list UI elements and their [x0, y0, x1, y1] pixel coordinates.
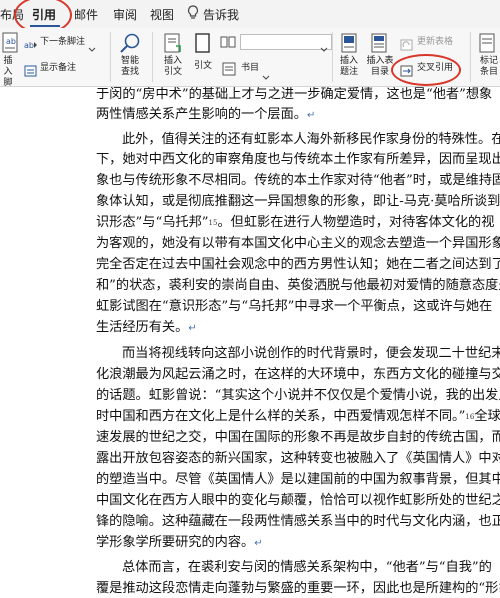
- document-line: 时中国和西方在文化上是什么样的关系，中西爱情观怎样不同。”16全球化: [96, 409, 500, 424]
- ribbon-separator: [110, 32, 111, 82]
- tab-mailings[interactable]: 邮件: [74, 6, 98, 23]
- style-dropdown-icon[interactable]: [220, 34, 238, 53]
- lightbulb-icon: [187, 5, 199, 25]
- document-line: 总体而言，在裘利安与闵的情感关系架构中，“他者”与“自我”的: [122, 560, 492, 575]
- document-line: 露出开放包容姿态的新兴国家，这种转变也被融入了《英国情人》中对于: [96, 451, 500, 466]
- footnote-reference: 16: [465, 413, 475, 421]
- document-line: 覆是推动这段恋情走向蓬勃与繁盛的重要一环，因此也是所建构的“形象: [96, 581, 500, 596]
- document-line: 学形象学所要研究的内容。↵: [96, 535, 263, 550]
- document-line: 速发展的世纪之交，中国在国际的形象不再是故步自封的传统古国，而是: [96, 430, 500, 445]
- citation-label[interactable]: 引文: [194, 61, 212, 72]
- update-table-button[interactable]: 更新表格: [417, 37, 453, 48]
- tab-tell-me[interactable]: 告诉我: [203, 6, 239, 23]
- ribbon-separator: [332, 32, 333, 82]
- document-line: 完全否定在过去中国社会观念中的西方男性认知；她在二者之间达到了一: [96, 257, 500, 272]
- tab-view[interactable]: 视图: [150, 6, 174, 23]
- document-line: 识形态”与“乌托邦”15。但虹影在进行人物塑造时，对待客体文化的视: [96, 215, 495, 230]
- ribbon-separator: [152, 32, 153, 82]
- document-line: 生活经历有关。↵: [96, 320, 197, 335]
- document-line: 于闵的“房中术”的基础上才与之进一步确定爱情，这也是“他者”想象: [96, 87, 493, 102]
- next-footnote-button[interactable]: 下一条脚注: [40, 37, 85, 48]
- document-line: 两性情感关系产生影响的一个层面。↵: [96, 107, 316, 122]
- insert-caption-label[interactable]: 插入 题注: [338, 56, 360, 78]
- document-line: 的话题。虹影曾说：“其实这个小说并不仅仅是个爱情小说，我的出发点: [96, 388, 500, 403]
- document-page[interactable]: 于闵的“房中术”的基础上才与之进一步确定爱情，这也是“他者”想象 两性情感关系产…: [0, 87, 500, 598]
- table-of-figures-icon[interactable]: [370, 32, 390, 58]
- chevron-down-icon[interactable]: [88, 38, 96, 57]
- paragraph-mark: ↵: [188, 323, 197, 334]
- insert-footnote-icon[interactable]: ab: [2, 32, 20, 58]
- document-line: 下，她对中西文化的审察角度也与传统本土作家有所差异，因而呈现出的: [96, 152, 500, 167]
- svg-text:ab: ab: [24, 41, 34, 50]
- document-line: 为客观的，她没有以带有本国文化中心主义的观念去塑造一个异国形象，: [96, 236, 500, 251]
- insert-citation-icon[interactable]: [162, 32, 184, 58]
- citation-book-icon[interactable]: [194, 32, 212, 58]
- annotation-circle-cross-reference: [391, 54, 461, 86]
- citation-style-select[interactable]: [240, 34, 332, 50]
- document-line: 和”的状态，裘利安的崇尚自由、英俊洒脱与他最初对爱情的随意态度是并: [96, 278, 500, 293]
- document-line: 中国文化在西方人眼中的变化与颠覆，恰恰可以视作虹影所处的世纪之交: [96, 493, 500, 508]
- document-line: 化浪潮最为风起云涌之时，在这样的大环境中，东西方文化的碰撞与交流: [96, 367, 500, 382]
- insert-table-of-figures-label[interactable]: 插入表 目录: [366, 56, 394, 78]
- ribbon-separator: [470, 32, 471, 82]
- show-notes-button[interactable]: 显示备注: [40, 63, 76, 74]
- bibliography-icon[interactable]: [222, 61, 238, 80]
- bibliography-button[interactable]: 书目: [241, 63, 259, 74]
- paragraph-mark: ↵: [307, 110, 316, 121]
- document-line: 锋的隐喻。这种蕴藏在一段两性情感关系当中的时代与文化内涵，也正是: [96, 514, 500, 529]
- next-footnote-icon[interactable]: ab: [24, 36, 38, 55]
- ribbon-tab-bar: 布局 引用 邮件 审阅 视图 告诉我: [0, 0, 500, 34]
- document-line: 象体认知，或是彻底推翻这一异国想象的形象，即让-马克·莫哈所谈到: [96, 194, 500, 209]
- update-table-icon[interactable]: [400, 36, 414, 55]
- chevron-down-icon[interactable]: [262, 66, 270, 85]
- smart-lookup-label[interactable]: 智能 查找: [119, 56, 141, 78]
- document-line: 而当将视线转向这部小说创作的时代背景时，便会发现二十世纪末正: [122, 346, 500, 361]
- document-line: 此外，值得关注的还有虹影本人海外新移民作家身份的特殊性。在这: [122, 132, 500, 147]
- paragraph-mark: ↵: [254, 538, 263, 549]
- document-line: 虹影试图在“意识形态”与“乌托邦”中寻求一个平衡点，这或许与她在: [96, 299, 493, 314]
- insert-caption-icon[interactable]: [340, 32, 360, 58]
- tab-review[interactable]: 审阅: [113, 6, 137, 23]
- document-line: 象也与传统形象不尽相同。传统的本土作家对待“他者”时，或是维持固: [96, 173, 500, 188]
- show-notes-icon[interactable]: [24, 62, 38, 81]
- svg-text:ab: ab: [6, 37, 16, 46]
- document-line: 的塑造当中。尽管《英国情人》是以建国前的中国为叙事背景，但其中所: [96, 472, 500, 487]
- smart-lookup-icon[interactable]: [119, 32, 141, 58]
- mark-entry-label[interactable]: 标记 条目: [478, 56, 500, 78]
- insert-citation-label[interactable]: 插入 引文: [162, 56, 184, 78]
- mark-entry-icon[interactable]: [478, 32, 498, 58]
- chevron-down-icon[interactable]: [320, 38, 328, 57]
